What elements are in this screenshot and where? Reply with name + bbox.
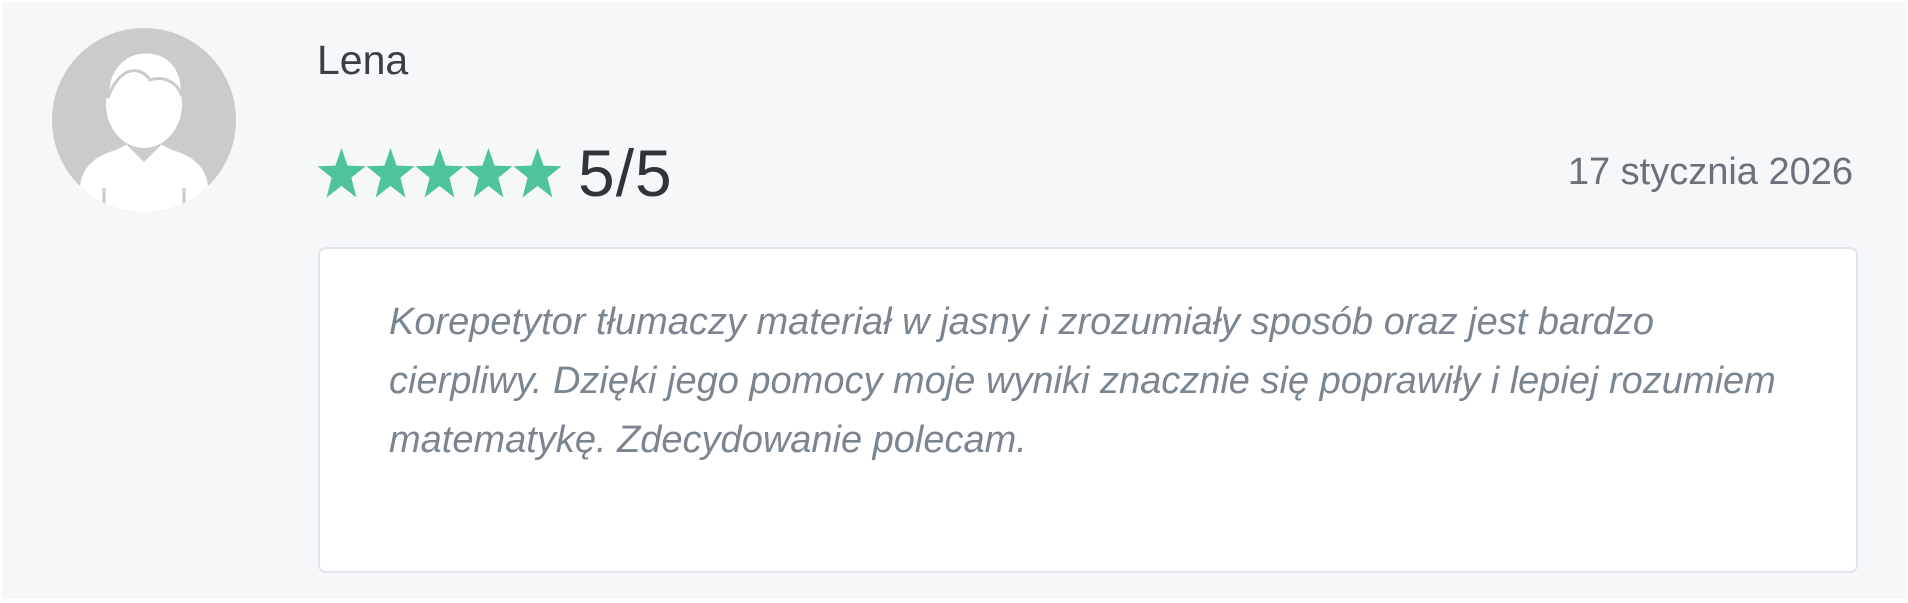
default-user-avatar-icon [52, 28, 236, 212]
star-icon [317, 147, 366, 199]
star-icon [366, 147, 415, 199]
review-date: 17 stycznia 2026 [1567, 151, 1853, 193]
star-icon [513, 147, 562, 199]
reviewer-name: Lena [317, 37, 409, 83]
review-text-box: Korepetytor tłumaczy materiał w jasny i … [318, 247, 1858, 573]
rating-score: 5/5 [578, 136, 673, 210]
review-card: Lena 5/5 17 stycznia 2026 Korepetytor tł… [2, 2, 1906, 599]
rating-stars [317, 143, 562, 203]
star-icon [464, 147, 513, 199]
reviewer-avatar [52, 28, 236, 212]
rating: 5/5 [317, 136, 673, 210]
review-text: Korepetytor tłumaczy materiał w jasny i … [389, 301, 1776, 461]
star-icon [415, 147, 464, 199]
